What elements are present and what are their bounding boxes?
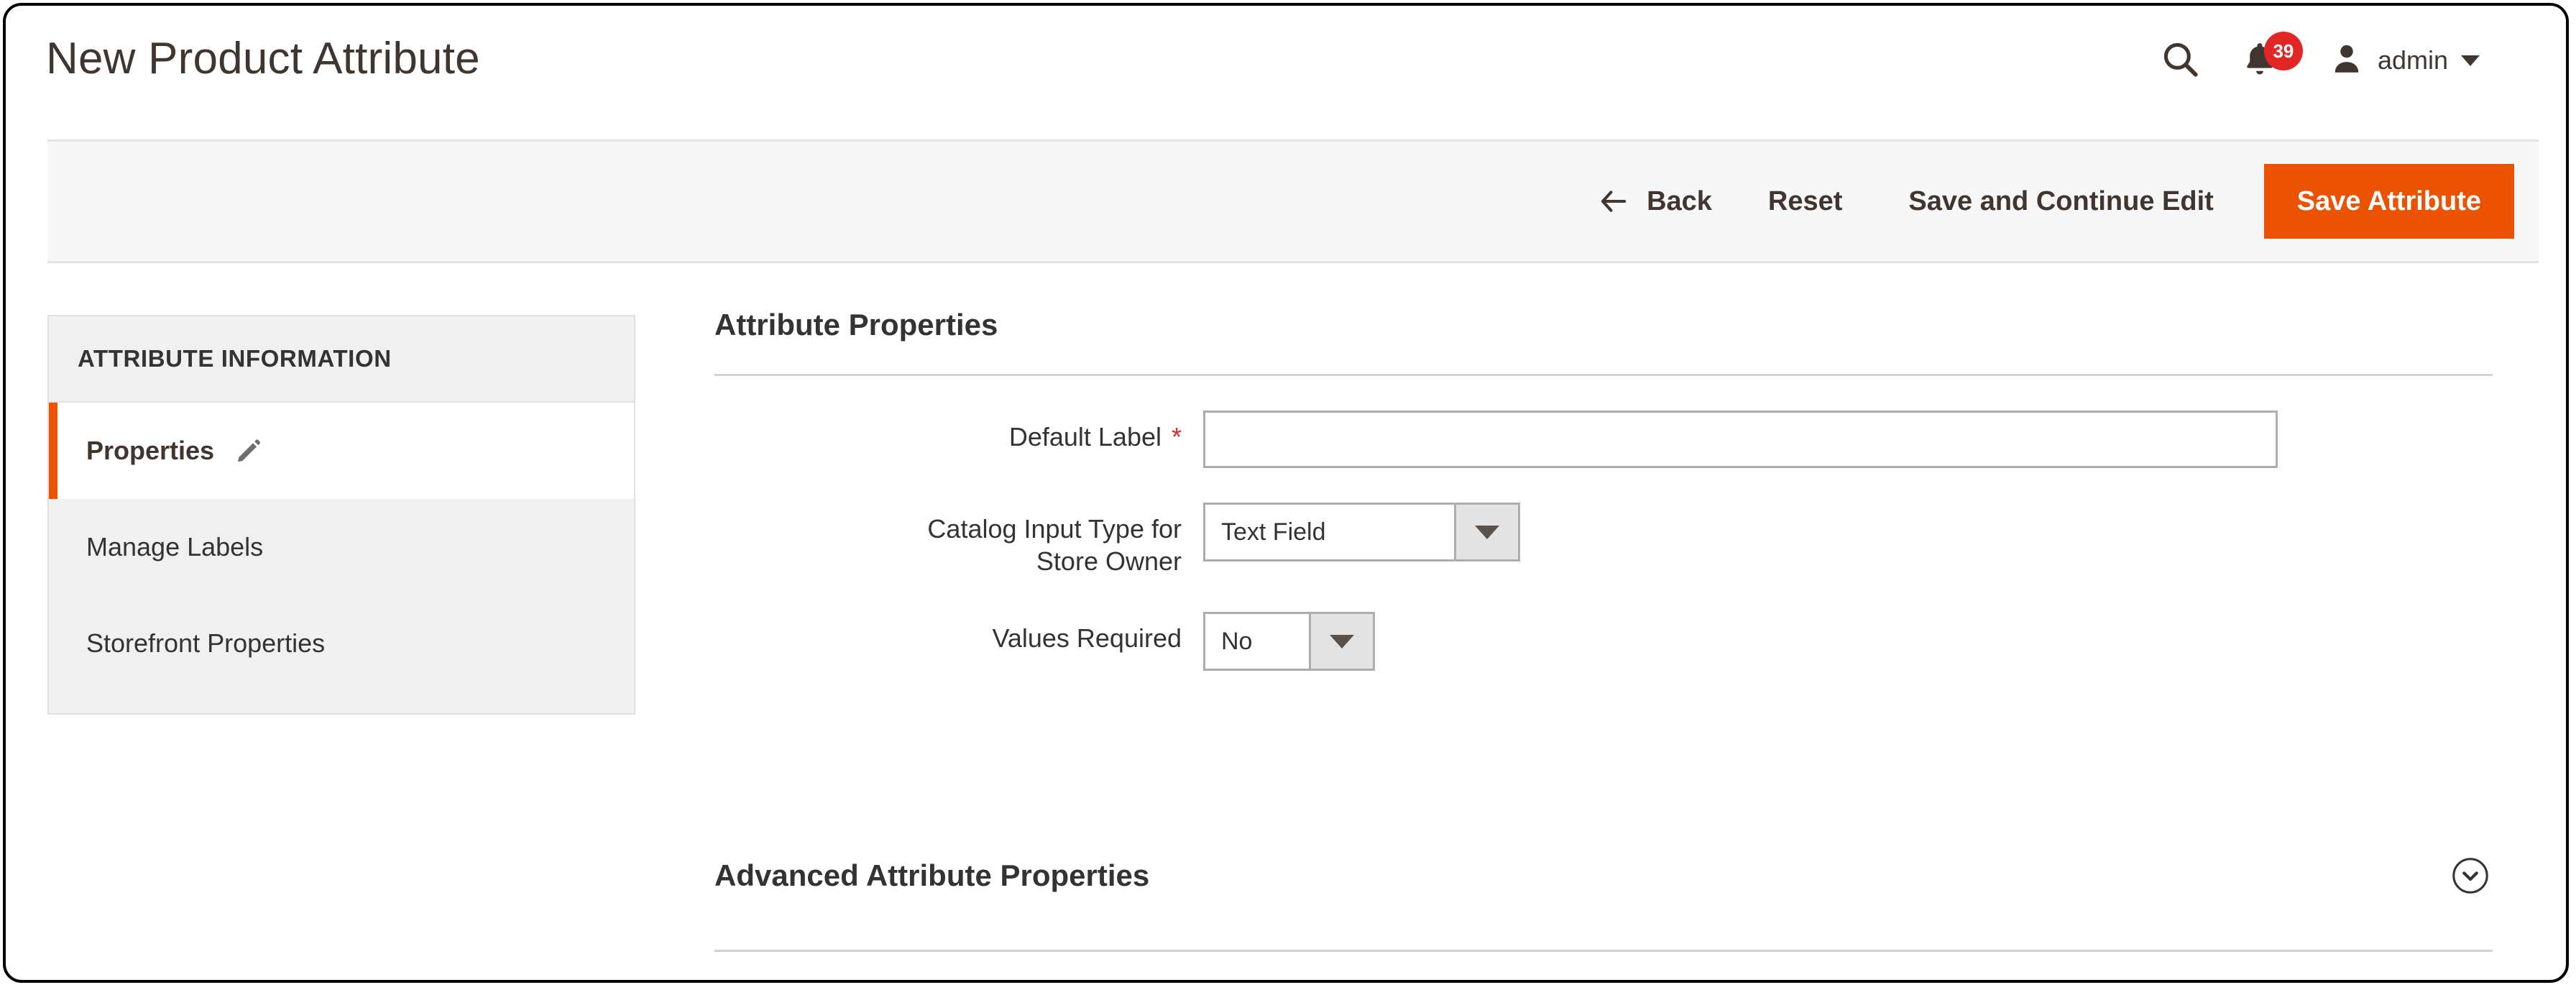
notification-count-badge: 39 [2263, 32, 2303, 70]
sidebar-item-manage-labels[interactable]: Manage Labels [49, 499, 634, 595]
sidebar-title: ATTRIBUTE INFORMATION [47, 315, 635, 403]
chevron-down-circle-icon[interactable] [2448, 853, 2493, 898]
values-required-field-label: Values Required [992, 623, 1182, 653]
catalog-input-type-field-label: Catalog Input Type for Store Owner [714, 503, 1182, 577]
default-label-text: Default Label [1008, 422, 1162, 452]
header-tools: 39 admin [2149, 32, 2480, 86]
pencil-icon [234, 436, 263, 465]
attribute-information-sidebar: ATTRIBUTE INFORMATION Properties Manage … [47, 315, 635, 715]
advanced-attribute-properties-header[interactable]: Advanced Attribute Properties [714, 836, 2493, 915]
sidebar-item-properties[interactable]: Properties [49, 403, 634, 499]
caret-down-icon [2461, 55, 2480, 66]
search-button[interactable] [2149, 35, 2211, 86]
catalog-input-type-label-line2: Store Owner [1036, 546, 1182, 576]
reset-button[interactable]: Reset [1768, 186, 1843, 217]
admin-page-frame: New Product Attribute 39 admin Back Rese… [3, 3, 2569, 983]
arrow-left-icon [1598, 187, 1631, 216]
admin-header: New Product Attribute 39 admin [6, 6, 2566, 139]
values-required-dropdown-button[interactable] [1309, 614, 1373, 669]
attribute-properties-panel: Attribute Properties Default Label * Cata… [714, 265, 2497, 671]
field-row-values-required: Values Required No [714, 612, 2497, 671]
back-button[interactable]: Back [1598, 186, 1712, 217]
page-actions-toolbar: Back Reset Save and Continue Edit Save A… [47, 139, 2539, 263]
sidebar-item-properties-label: Properties [86, 436, 215, 465]
values-required-control: No [1203, 612, 1375, 671]
chevron-down-icon [1475, 525, 1499, 539]
default-label-input[interactable] [1203, 411, 2278, 468]
default-label-field-label: Default Label * [714, 411, 1182, 453]
catalog-input-type-label-line1: Catalog Input Type for [927, 514, 1182, 544]
advanced-section-divider [714, 950, 2493, 952]
catalog-input-type-select[interactable]: Text Field [1203, 503, 1520, 562]
advanced-attribute-properties-title: Advanced Attribute Properties [714, 858, 1150, 892]
catalog-input-type-dropdown-button[interactable] [1454, 505, 1518, 559]
back-button-label: Back [1647, 185, 1712, 216]
sidebar-item-storefront-properties-label: Storefront Properties [86, 628, 326, 658]
field-row-default-label: Default Label * [714, 411, 2497, 468]
required-asterisk: * [1171, 422, 1182, 452]
sidebar-item-manage-labels-label: Manage Labels [86, 532, 264, 562]
chevron-down-icon [1330, 634, 1354, 648]
values-required-selected-value: No [1205, 614, 1309, 669]
values-required-select[interactable]: No [1203, 612, 1375, 671]
field-row-catalog-input-type: Catalog Input Type for Store Owner Text … [714, 503, 2497, 577]
attribute-properties-heading: Attribute Properties [714, 308, 998, 342]
search-icon [2159, 38, 2201, 83]
user-avatar-icon [2329, 40, 2365, 81]
catalog-input-type-selected-value: Text Field [1205, 505, 1454, 559]
save-attribute-button[interactable]: Save Attribute [2263, 164, 2514, 239]
bell-wrap: 39 [2240, 32, 2303, 83]
section-divider [714, 374, 2493, 376]
user-menu[interactable]: admin [2329, 35, 2480, 86]
sidebar-item-list: Properties Manage Labels Storefront Prop… [47, 403, 635, 715]
default-label-control [1203, 411, 2278, 468]
user-name: admin [2377, 45, 2448, 75]
page-title: New Product Attribute [46, 34, 480, 83]
save-and-continue-edit-button[interactable]: Save and Continue Edit [1908, 186, 2213, 217]
advanced-attribute-properties-section: Advanced Attribute Properties [714, 836, 2493, 952]
catalog-input-type-control: Text Field [1203, 503, 1520, 562]
notifications-button[interactable]: 39 [2224, 32, 2310, 86]
sidebar-item-storefront-properties[interactable]: Storefront Properties [49, 595, 634, 692]
